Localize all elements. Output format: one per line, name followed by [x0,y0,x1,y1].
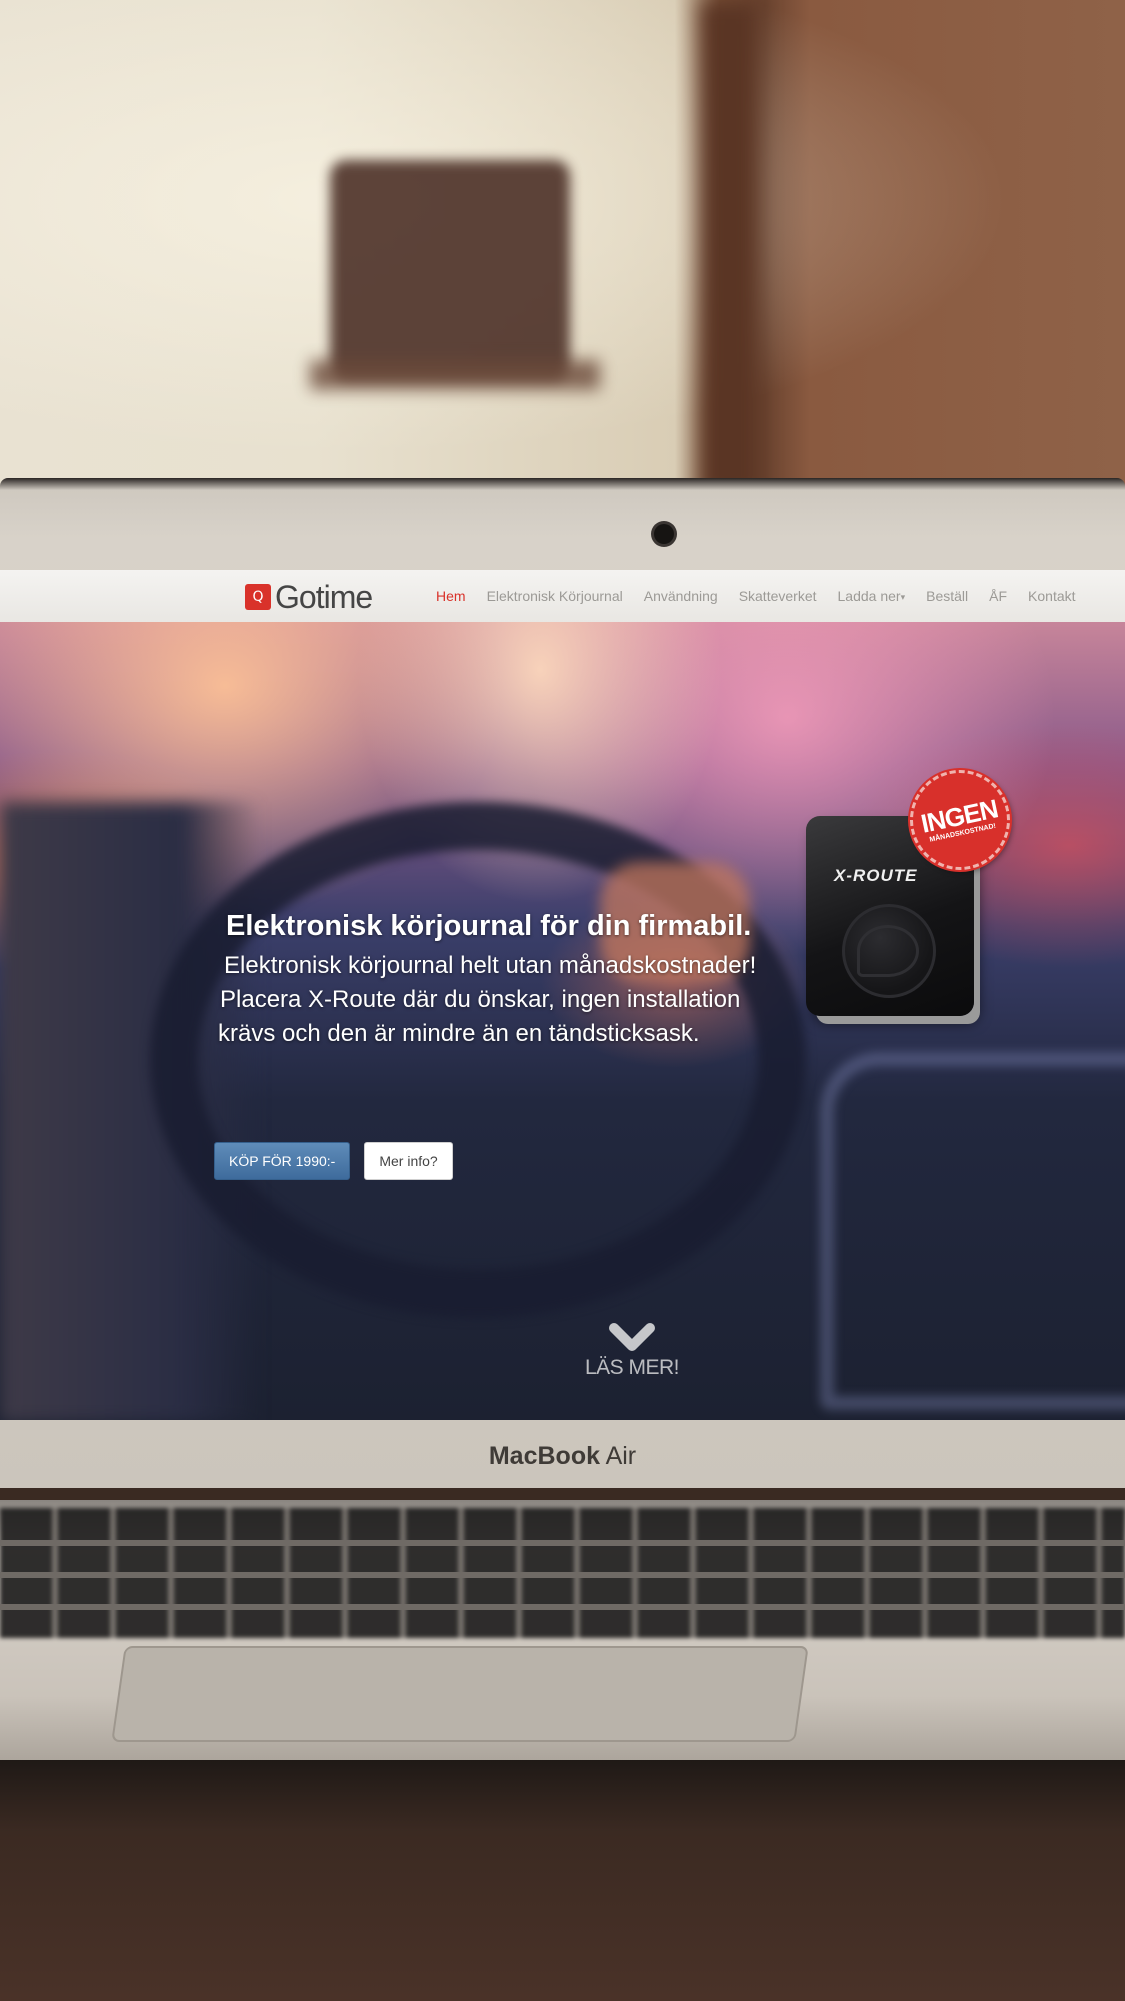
logo-text: Gotime [275,578,373,615]
hero-title: Elektronisk körjournal för din firmabil. [226,910,752,942]
keyboard-row-gap [0,1604,1125,1610]
hero-subtitle-line: Elektronisk körjournal helt utan månadsk… [224,952,757,979]
read-more-label: LÄS MER! [584,1356,680,1379]
nav-menu: Hem Elektronisk Körjournal Användning Sk… [436,570,1097,622]
nav-item-bestall[interactable]: Beställ [926,588,968,604]
laptop-brand-label: MacBook [488,1442,600,1470]
hero-section: Elektronisk körjournal för din firmabil.… [0,622,1125,1420]
laptop-screen: Q Gotime Hem Elektronisk Körjournal Anvä… [0,570,1125,1420]
chair-blur [330,160,570,380]
nav-item-elektronisk-korjournal[interactable]: Elektronisk Körjournal [487,588,623,604]
hero-subtitle: Elektronisk körjournal helt utan månadsk… [214,949,794,1051]
more-info-button[interactable]: Mer info? [364,1142,453,1180]
webcam [654,524,674,544]
nav-item-skatteverket[interactable]: Skatteverket [739,588,817,604]
trackpad [111,1646,809,1742]
nav-item-anvandning[interactable]: Användning [644,588,718,604]
nav-item-ladda-ner-label: Ladda ner [837,588,901,604]
hero-dashboard-blur [820,1052,1125,1410]
laptop-model-label: MacBook Air [0,1442,1125,1471]
hero-text-block: Elektronisk körjournal för din firmabil.… [214,910,794,1051]
background-room-photo [0,0,1125,500]
chevron-down-icon [609,1323,655,1351]
laptop-model-suffix: Air [605,1442,637,1470]
door-frame-blur [700,0,760,500]
nav-item-kontakt[interactable]: Kontakt [1028,588,1075,604]
caret-down-icon: ▾ [900,591,906,602]
chair-seat-blur [310,360,600,390]
nav-item-hem[interactable]: Hem [436,588,466,604]
keyboard-row-gap [0,1540,1125,1546]
desk-surface [0,1760,1125,2001]
site-navbar: Q Gotime Hem Elektronisk Körjournal Anvä… [0,570,1125,623]
site-logo[interactable]: Q Gotime [245,578,373,615]
hero-subtitle-line: krävs och den är mindre än en tändsticks… [218,1020,700,1047]
product-logo-icon [842,904,936,998]
hero-subtitle-line: Placera X-Route där du önskar, ingen ins… [220,986,741,1013]
nav-item-af[interactable]: ÅF [989,588,1007,604]
hero-buttons: KÖP FÖR 1990:- Mer info? [214,1142,453,1180]
keyboard-row-gap [0,1572,1125,1578]
read-more-link[interactable]: LÄS MER! [562,1322,702,1380]
buy-button[interactable]: KÖP FÖR 1990:- [214,1142,351,1180]
nav-item-ladda-ner[interactable]: Ladda ner▾ [838,588,906,604]
logo-mark: Q [245,584,271,610]
product-brand: X-ROUTE [834,866,918,885]
